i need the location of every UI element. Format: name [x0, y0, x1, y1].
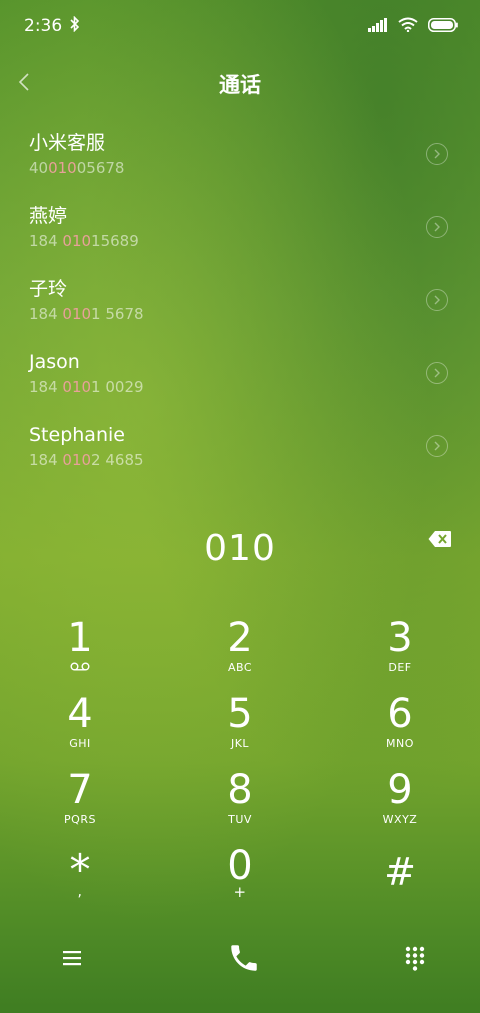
key-8[interactable]: 8 TUV	[160, 764, 320, 840]
contact-item[interactable]: Stephanie 184 0102 4685	[0, 410, 480, 483]
key-7[interactable]: 7 PQRS	[0, 764, 160, 840]
contact-number: 184 0102 4685	[29, 451, 144, 469]
header: 通话	[0, 60, 480, 108]
voicemail-icon	[70, 661, 90, 674]
contact-detail-button[interactable]	[426, 216, 448, 238]
key-digit: 7	[67, 767, 93, 813]
contact-number: 184 01015689	[29, 232, 139, 250]
dial-keypad: 1 2 ABC 3 DEF 4 GHI 5 JKL 6 MNO 7 PQRS 8…	[0, 612, 480, 916]
key-digit: 9	[387, 767, 413, 813]
key-letters: GHI	[69, 737, 91, 750]
contact-name: 小米客服	[29, 132, 106, 154]
key-digit: 3	[387, 615, 413, 661]
key-5[interactable]: 5 JKL	[160, 688, 320, 764]
chevron-right-circle-icon	[434, 222, 440, 232]
key-digit: 6	[387, 691, 413, 737]
key-letters: TUV	[228, 813, 252, 826]
battery-icon	[428, 17, 458, 36]
back-button[interactable]	[8, 68, 40, 100]
contact-detail-button[interactable]	[426, 435, 448, 457]
contact-number: 184 0101 5678	[29, 305, 144, 323]
contact-name: 子玲	[29, 278, 68, 300]
key-letters: ABC	[227, 661, 253, 674]
bottom-action-bar	[0, 932, 480, 988]
key-digit: *	[69, 845, 91, 894]
chevron-right-circle-icon	[434, 149, 440, 159]
chevron-right-circle-icon	[434, 295, 440, 305]
key-1[interactable]: 1	[0, 612, 160, 688]
key-star[interactable]: * ,	[0, 840, 160, 916]
key-digit: 0	[227, 843, 253, 889]
key-letters: WXYZ	[382, 813, 418, 826]
status-bar: 2:36	[0, 0, 480, 52]
bluetooth-icon	[70, 15, 80, 37]
key-digit: #	[384, 850, 416, 894]
key-3[interactable]: 3 DEF	[320, 612, 480, 688]
key-4[interactable]: 4 GHI	[0, 688, 160, 764]
delete-button[interactable]	[428, 530, 452, 550]
contact-detail-button[interactable]	[426, 289, 448, 311]
contact-detail-button[interactable]	[426, 362, 448, 384]
dialed-number-display[interactable]: 010	[0, 520, 480, 576]
keypad-toggle-button[interactable]	[404, 945, 426, 975]
contact-list: 小米客服 4001005678 燕婷 184 01015689 子玲 184 0…	[0, 118, 480, 483]
phone-icon	[231, 945, 257, 971]
key-digit: 1	[67, 615, 93, 661]
key-letters: MNO	[386, 737, 414, 750]
keypad-icon	[405, 946, 425, 971]
back-icon	[18, 72, 30, 96]
wifi-icon	[398, 17, 418, 36]
contact-item[interactable]: 子玲 184 0101 5678	[0, 264, 480, 337]
contact-item[interactable]: Jason 184 0101 0029	[0, 337, 480, 410]
key-digit: 8	[227, 767, 253, 813]
key-0[interactable]: 0 +	[160, 840, 320, 916]
contact-name: 燕婷	[29, 205, 68, 227]
chevron-right-circle-icon	[434, 368, 440, 378]
key-letters: +	[233, 883, 247, 901]
menu-button[interactable]	[62, 949, 84, 971]
key-digit: 4	[67, 691, 93, 737]
contact-number: 4001005678	[29, 159, 125, 177]
key-letters: PQRS	[64, 813, 96, 826]
menu-icon	[63, 951, 81, 966]
key-9[interactable]: 9 WXYZ	[320, 764, 480, 840]
contact-item[interactable]: 燕婷 184 01015689	[0, 191, 480, 264]
key-6[interactable]: 6 MNO	[320, 688, 480, 764]
chevron-right-circle-icon	[434, 441, 440, 451]
key-2[interactable]: 2 ABC	[160, 612, 320, 688]
contact-name: Stephanie	[29, 424, 125, 446]
key-letters: DEF	[388, 661, 412, 674]
backspace-icon	[428, 531, 452, 552]
page-title: 通话	[219, 73, 261, 97]
signal-icon	[368, 17, 388, 36]
contact-detail-button[interactable]	[426, 143, 448, 165]
key-letters: ,	[77, 884, 83, 900]
contact-number: 184 0101 0029	[29, 378, 144, 396]
contact-item[interactable]: 小米客服 4001005678	[0, 118, 480, 191]
key-digit: 2	[227, 615, 253, 661]
key-hash[interactable]: #	[320, 840, 480, 916]
call-button[interactable]	[227, 941, 261, 979]
contact-name: Jason	[29, 351, 80, 373]
status-time: 2:36	[24, 16, 63, 36]
key-letters: JKL	[230, 737, 250, 750]
key-digit: 5	[227, 691, 253, 737]
